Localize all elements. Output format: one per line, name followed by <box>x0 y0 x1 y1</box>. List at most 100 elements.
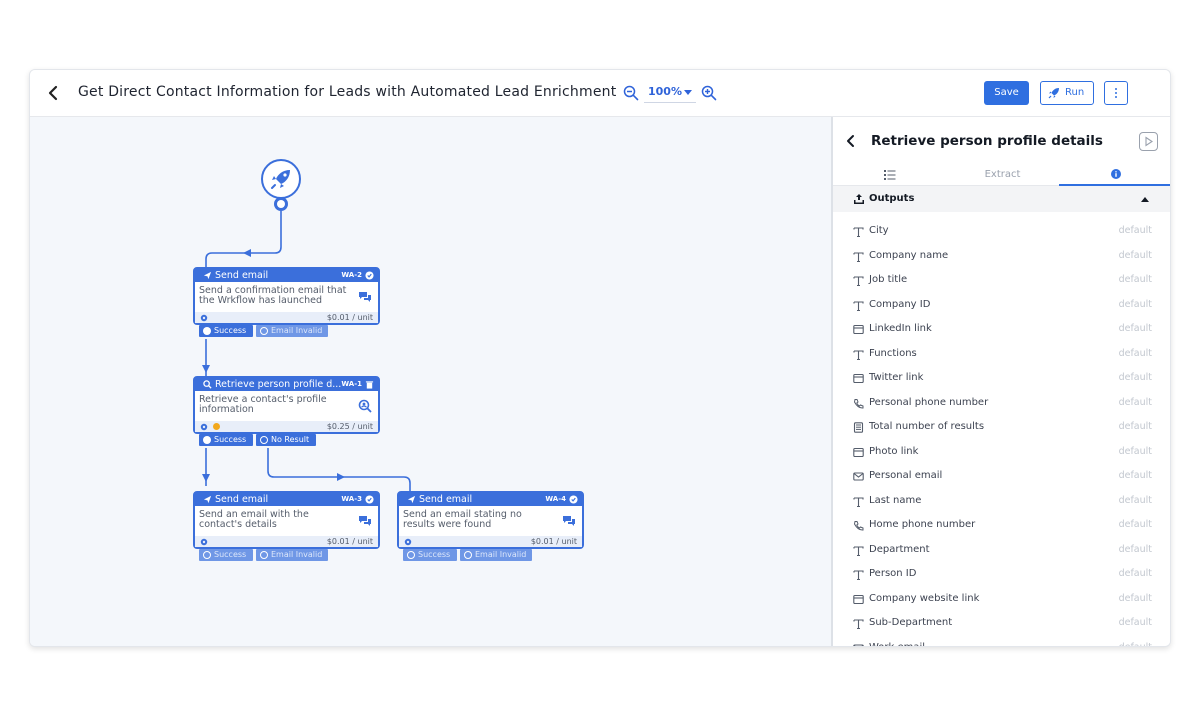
output-email-invalid[interactable]: Email Invalid <box>256 325 328 337</box>
dot-icon <box>407 551 415 559</box>
zoom-out-icon[interactable] <box>623 85 639 101</box>
upload-tray-icon <box>854 194 864 204</box>
node-footer: $0.01 / unit <box>399 536 582 547</box>
dot-icon <box>260 436 268 444</box>
node-header: Retrieve person profile d... WA-1 <box>195 378 378 391</box>
field-label: Sub-Department <box>869 617 953 628</box>
output-field-row[interactable]: Company name default <box>833 244 1170 268</box>
node-description: Send an email stating no results were fo… <box>403 509 522 530</box>
run-button[interactable]: Run <box>1040 81 1094 105</box>
output-field-row[interactable]: Job title default <box>833 268 1170 292</box>
node-header: Send email WA-2 <box>195 269 378 282</box>
tab-extract[interactable]: Extract <box>946 164 1059 186</box>
back-arrow-icon[interactable] <box>44 83 62 103</box>
field-default: default <box>1118 421 1152 432</box>
link-icon <box>853 373 864 384</box>
tab-info[interactable] <box>1059 164 1170 186</box>
output-label: Email Invalid <box>475 550 527 559</box>
output-success[interactable]: Success <box>199 325 253 337</box>
panel-title: Retrieve person profile details <box>871 133 1103 149</box>
output-field-row[interactable]: Personal email default <box>833 464 1170 488</box>
node-title: Send email <box>419 494 473 505</box>
output-field-row[interactable]: Company website link default <box>833 587 1170 611</box>
output-field-row[interactable]: City default <box>833 219 1170 243</box>
dot-icon <box>203 436 211 444</box>
field-label: Last name <box>869 494 922 506</box>
connector-lines <box>202 211 411 495</box>
output-success[interactable]: Success <box>199 549 253 561</box>
phone-icon <box>853 521 864 531</box>
credit-coin-icon <box>213 423 220 430</box>
start-output-port[interactable] <box>274 197 288 211</box>
node-title: Retrieve person profile d... <box>215 379 342 390</box>
output-field-row[interactable]: Personal phone number default <box>833 391 1170 415</box>
node-body: Retrieve a contact's profile information <box>195 391 378 421</box>
workflow-node-wa3[interactable]: Send email WA-3 Send an email with the c… <box>193 491 380 549</box>
field-label: Person ID <box>869 568 917 579</box>
outputs-section-header[interactable]: Outputs <box>833 186 1170 212</box>
workflow-node-wa1[interactable]: Retrieve person profile d... WA-1 Retrie… <box>193 376 380 434</box>
output-label: Success <box>214 550 247 559</box>
field-default: default <box>1118 372 1152 383</box>
output-field-row[interactable]: Photo link default <box>833 440 1170 464</box>
output-field-row[interactable]: Functions default <box>833 342 1170 366</box>
field-default: default <box>1118 396 1152 408</box>
workflow-node-wa2[interactable]: Send email WA-2 Send a confirmation emai… <box>193 267 380 325</box>
page-title: Get Direct Contact Information for Leads… <box>78 84 617 100</box>
zoom-value: 100% <box>648 85 682 98</box>
top-bar: Get Direct Contact Information for Leads… <box>30 70 1170 117</box>
run-label: Run <box>1065 87 1085 98</box>
more-options-button[interactable] <box>1104 81 1128 105</box>
output-field-row[interactable]: Work email default <box>833 636 1170 646</box>
node-code: WA-1 <box>341 380 362 388</box>
workflow-node-wa4[interactable]: Send email WA-4 Send an email stating no… <box>397 491 584 549</box>
check-circle-icon <box>365 495 374 504</box>
field-label: Department <box>869 543 930 555</box>
rocket-icon <box>271 170 290 189</box>
output-field-row[interactable]: Department default <box>833 538 1170 562</box>
field-label: Twitter link <box>869 372 924 383</box>
output-success[interactable]: Success <box>199 434 253 446</box>
output-field-row[interactable]: Home phone number default <box>833 513 1170 537</box>
zoom-select[interactable]: 100% <box>644 81 696 103</box>
phone-icon <box>853 398 864 409</box>
output-field-row[interactable]: Last name default <box>833 489 1170 513</box>
save-button[interactable]: Save <box>984 81 1029 105</box>
trash-icon[interactable] <box>365 380 374 389</box>
output-field-row[interactable]: Person ID default <box>833 562 1170 586</box>
output-field-row[interactable]: Company ID default <box>833 293 1170 317</box>
node-body: Send an email stating no results were fo… <box>399 506 582 536</box>
test-run-button[interactable] <box>1139 132 1158 151</box>
node-price: $0.01 / unit <box>326 313 373 322</box>
dot-icon <box>260 551 268 559</box>
output-label: Email Invalid <box>271 326 323 335</box>
node-detail-panel: Retrieve person profile details Extract … <box>831 117 1170 646</box>
start-trigger[interactable] <box>261 159 301 199</box>
chat-icon <box>563 516 575 526</box>
workflow-canvas[interactable]: Send email WA-2 Send a confirmation emai… <box>30 117 831 646</box>
kebab-dot <box>1115 92 1117 94</box>
output-no-result[interactable]: No Result <box>256 434 316 446</box>
node-description: Send an email with the contact's details <box>199 509 309 530</box>
output-field-row[interactable]: Total number of results default <box>833 415 1170 439</box>
field-default: default <box>1118 592 1152 604</box>
node-description: Retrieve a contact's profile information <box>199 394 327 415</box>
node-price: $0.25 / unit <box>326 422 373 431</box>
tab-settings[interactable] <box>833 164 946 186</box>
output-field-row[interactable]: LinkedIn link default <box>833 317 1170 341</box>
text-icon <box>853 276 864 286</box>
check-circle-icon <box>569 495 578 504</box>
output-field-row[interactable]: Sub-Department default <box>833 611 1170 635</box>
node-price: $0.01 / unit <box>326 537 373 546</box>
output-field-row[interactable]: Twitter link default <box>833 366 1170 390</box>
output-email-invalid[interactable]: Email Invalid <box>460 549 532 561</box>
back-arrow-icon[interactable] <box>845 134 857 148</box>
zoom-in-icon[interactable] <box>701 85 717 101</box>
field-default: default <box>1118 225 1152 236</box>
output-email-invalid[interactable]: Email Invalid <box>256 549 328 561</box>
chat-icon <box>359 516 371 526</box>
field-label: Functions <box>869 347 917 359</box>
field-default: default <box>1118 494 1152 506</box>
kebab-dot <box>1115 96 1117 98</box>
output-success[interactable]: Success <box>403 549 457 561</box>
